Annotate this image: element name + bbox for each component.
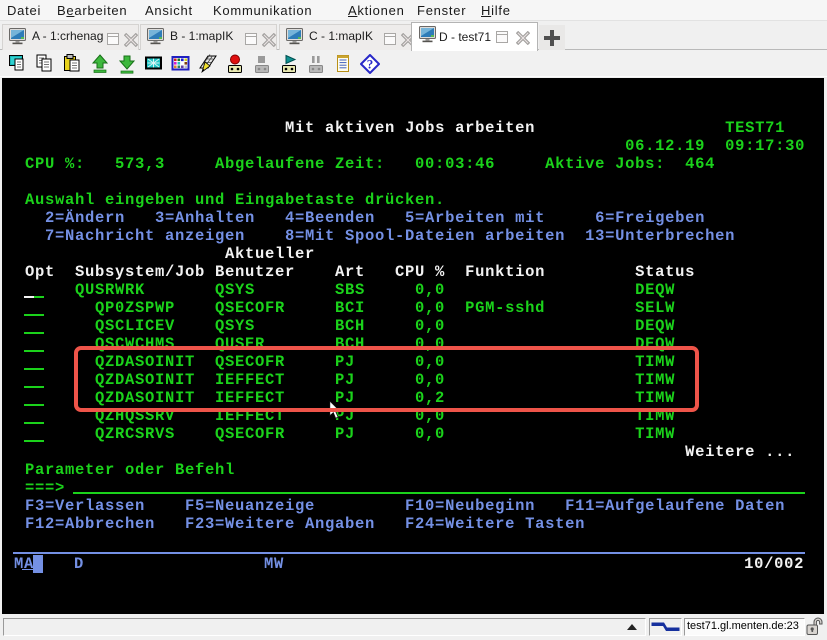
svg-text:?: ? xyxy=(367,57,374,72)
